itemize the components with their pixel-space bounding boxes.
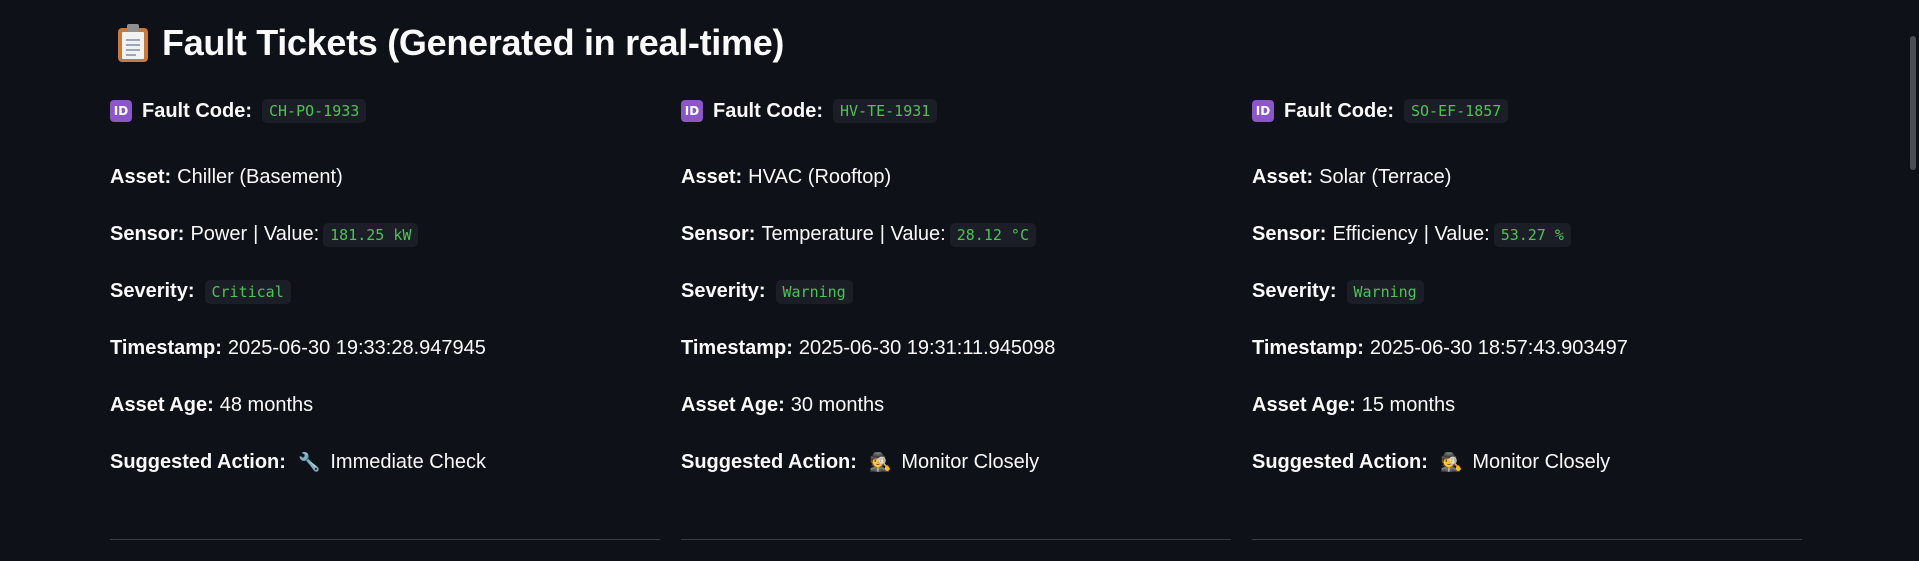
timestamp-value: 2025-06-30 18:57:43.903497	[1369, 337, 1628, 359]
suggested-action-value: Immediate Check	[330, 451, 486, 473]
suggested-action-row: Suggested Action: 🕵 Monitor Closely	[681, 434, 1231, 491]
timestamp-value: 2025-06-30 19:33:28.947945	[227, 337, 486, 359]
fault-code-label: Fault Code:	[142, 99, 252, 122]
asset-age-value: 15 months	[1361, 394, 1456, 416]
asset-age-row: Asset Age: 48 months	[110, 377, 660, 434]
page-title: Fault Tickets (Generated in real-time)	[118, 22, 784, 64]
suggested-action-label: Suggested Action:	[681, 451, 857, 473]
timestamp-label: Timestamp:	[1252, 337, 1364, 359]
sensor-label: Sensor:	[1252, 223, 1327, 245]
sensor-row: Sensor: Power | Value: 181.25 kW	[110, 206, 660, 263]
severity-label: Severity:	[1252, 280, 1337, 302]
ticket-columns: ID Fault Code: CH-PO-1933 Asset: Chiller…	[110, 92, 1802, 540]
page-title-text: Fault Tickets (Generated in real-time)	[162, 22, 785, 63]
fault-ticket-card: ID Fault Code: CH-PO-1933 Asset: Chiller…	[110, 92, 660, 540]
severity-row: Severity: Warning	[681, 263, 1231, 320]
asset-value: HVAC (Rooftop)	[748, 166, 892, 188]
asset-row: Asset: HVAC (Rooftop)	[681, 149, 1231, 206]
sensor-value: Temperature	[761, 223, 874, 245]
fault-code-value: HV-TE-1931	[833, 99, 938, 123]
id-icon: ID	[1252, 100, 1274, 122]
severity-label: Severity:	[681, 280, 766, 302]
asset-label: Asset:	[110, 166, 172, 188]
sensor-value: Power	[190, 223, 248, 245]
asset-age-row: Asset Age: 30 months	[681, 377, 1231, 434]
sensor-label: Sensor:	[110, 223, 185, 245]
timestamp-row: Timestamp: 2025-06-30 18:57:43.903497	[1252, 320, 1802, 377]
timestamp-value: 2025-06-30 19:31:11.945098	[798, 337, 1056, 359]
severity-label: Severity:	[110, 280, 195, 302]
sensor-label: Sensor:	[681, 223, 756, 245]
scrollbar-thumb[interactable]	[1910, 36, 1916, 170]
asset-row: Asset: Chiller (Basement)	[110, 149, 660, 206]
divider	[110, 539, 660, 540]
wrench-icon: 🔧	[297, 452, 321, 473]
clipboard-icon	[118, 24, 148, 62]
asset-age-value: 30 months	[790, 394, 885, 416]
fault-ticket-card: ID Fault Code: SO-EF-1857 Asset: Solar (…	[1252, 92, 1802, 540]
severity-value: Critical	[204, 279, 291, 304]
severity-row: Severity: Warning	[1252, 263, 1802, 320]
detective-icon: 🕵	[868, 452, 892, 473]
timestamp-row: Timestamp: 2025-06-30 19:31:11.945098	[681, 320, 1231, 377]
sensor-row: Sensor: Efficiency | Value: 53.27 %	[1252, 206, 1802, 263]
asset-age-value: 48 months	[219, 394, 314, 416]
timestamp-label: Timestamp:	[681, 337, 793, 359]
asset-age-label: Asset Age:	[1252, 394, 1356, 416]
sensor-reading: 28.12 °C	[949, 222, 1036, 247]
severity-row: Severity: Critical	[110, 263, 660, 320]
suggested-action-value: Monitor Closely	[1472, 451, 1611, 473]
fault-code-row: ID Fault Code: CH-PO-1933	[110, 92, 660, 130]
timestamp-label: Timestamp:	[110, 337, 222, 359]
fault-code-label: Fault Code:	[713, 99, 823, 122]
suggested-action-row: Suggested Action: 🔧 Immediate Check	[110, 434, 660, 491]
fault-tickets-page: Fault Tickets (Generated in real-time) I…	[0, 0, 1919, 561]
suggested-action-row: Suggested Action: 🕵 Monitor Closely	[1252, 434, 1802, 491]
fault-code-label: Fault Code:	[1284, 99, 1394, 122]
asset-age-label: Asset Age:	[681, 394, 785, 416]
timestamp-row: Timestamp: 2025-06-30 19:33:28.947945	[110, 320, 660, 377]
fault-ticket-card: ID Fault Code: HV-TE-1931 Asset: HVAC (R…	[681, 92, 1231, 540]
divider	[1252, 539, 1802, 540]
asset-label: Asset:	[1252, 166, 1314, 188]
divider	[681, 539, 1231, 540]
sensor-reading: 53.27 %	[1493, 222, 1571, 247]
asset-value: Solar (Terrace)	[1319, 166, 1452, 188]
fault-code-value: SO-EF-1857	[1404, 99, 1509, 123]
suggested-action-label: Suggested Action:	[1252, 451, 1428, 473]
asset-row: Asset: Solar (Terrace)	[1252, 149, 1802, 206]
id-icon: ID	[681, 100, 703, 122]
value-label: | Value:	[879, 223, 946, 245]
fault-code-value: CH-PO-1933	[262, 99, 367, 123]
fault-code-row: ID Fault Code: SO-EF-1857	[1252, 92, 1802, 130]
suggested-action-label: Suggested Action:	[110, 451, 286, 473]
fault-code-row: ID Fault Code: HV-TE-1931	[681, 92, 1231, 130]
value-label: | Value:	[253, 223, 320, 245]
id-icon: ID	[110, 100, 132, 122]
asset-value: Chiller (Basement)	[177, 166, 343, 188]
sensor-value: Efficiency	[1332, 223, 1418, 245]
detective-icon: 🕵	[1439, 452, 1463, 473]
asset-label: Asset:	[681, 166, 743, 188]
suggested-action-value: Monitor Closely	[901, 451, 1040, 473]
sensor-row: Sensor: Temperature | Value: 28.12 °C	[681, 206, 1231, 263]
sensor-reading: 181.25 kW	[323, 222, 419, 247]
asset-age-row: Asset Age: 15 months	[1252, 377, 1802, 434]
severity-value: Warning	[1346, 279, 1424, 304]
asset-age-label: Asset Age:	[110, 394, 214, 416]
value-label: | Value:	[1423, 223, 1490, 245]
vertical-scrollbar[interactable]	[1907, 0, 1919, 561]
severity-value: Warning	[775, 279, 853, 304]
